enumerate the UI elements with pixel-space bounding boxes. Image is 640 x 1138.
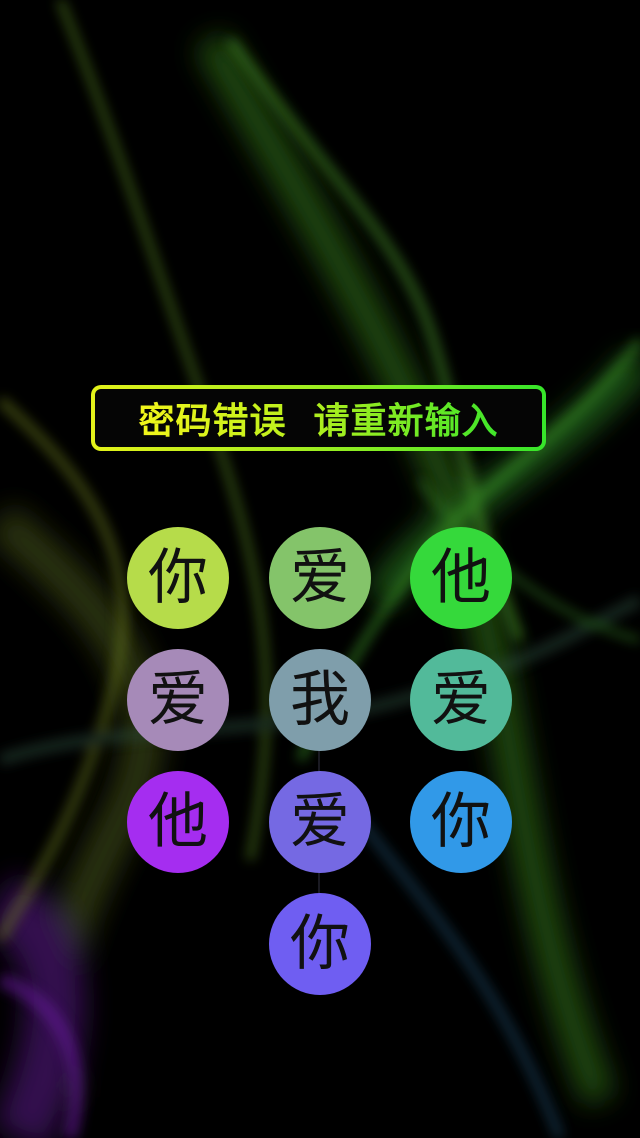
pattern-node-char: 他 — [148, 787, 208, 857]
pattern-node-5[interactable]: 我 — [269, 649, 371, 751]
error-message: 密码错误 请重新输入 — [138, 392, 498, 444]
pattern-node-2[interactable]: 爱 — [269, 527, 371, 629]
pattern-node-char: 你 — [290, 909, 350, 979]
pattern-node-char: 我 — [290, 665, 350, 735]
pattern-node-char: 爱 — [290, 543, 350, 613]
pattern-node-3[interactable]: 他 — [410, 527, 512, 629]
pattern-node-4[interactable]: 爱 — [127, 649, 229, 751]
error-banner: 密码错误 请重新输入 — [91, 385, 546, 451]
pattern-node-8[interactable]: 爱 — [269, 771, 371, 873]
pattern-node-char: 你 — [148, 543, 208, 613]
pattern-node-9[interactable]: 你 — [410, 771, 512, 873]
pattern-node-6[interactable]: 爱 — [410, 649, 512, 751]
pattern-node-7[interactable]: 他 — [127, 771, 229, 873]
pattern-node-char: 他 — [431, 543, 491, 613]
pattern-node-1[interactable]: 你 — [127, 527, 229, 629]
pattern-node-char: 你 — [431, 787, 491, 857]
lock-screen: 密码错误 请重新输入 你 爱 他 爱 我 爱 他 爱 你 你 — [0, 0, 640, 1138]
pattern-node-char: 爱 — [148, 665, 208, 735]
pattern-node-char: 爱 — [431, 665, 491, 735]
pattern-node-char: 爱 — [290, 787, 350, 857]
pattern-node-10[interactable]: 你 — [269, 893, 371, 995]
